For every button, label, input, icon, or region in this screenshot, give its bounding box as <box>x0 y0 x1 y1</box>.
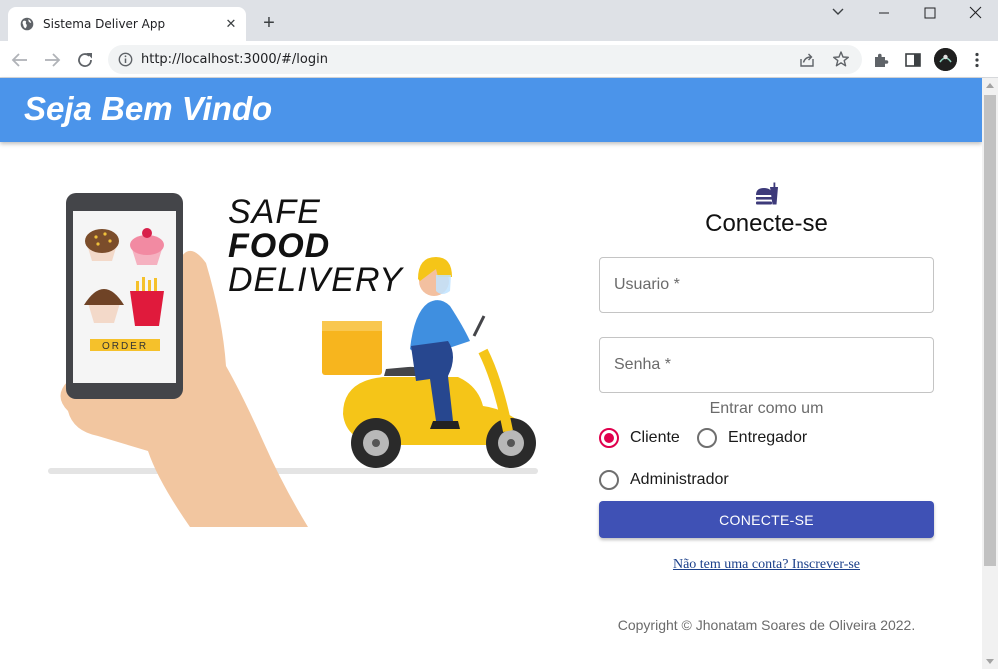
profile-avatar-icon <box>934 48 957 71</box>
radio-administrador[interactable] <box>599 470 619 490</box>
hero-line1: SAFE <box>228 193 321 231</box>
close-window-icon[interactable] <box>952 0 998 28</box>
minimize-icon[interactable] <box>861 0 907 28</box>
close-tab-icon[interactable]: ✕ <box>222 15 240 33</box>
back-arrow-icon[interactable] <box>8 48 32 72</box>
password-input[interactable] <box>600 338 933 392</box>
username-input[interactable] <box>600 258 933 312</box>
order-label: ORDER <box>102 341 148 352</box>
page-viewport: Seja Bem Vindo ORDER SAFE FOOD DELIVERY <box>0 78 998 669</box>
fastfood-icon <box>756 182 778 205</box>
tab-search-icon[interactable] <box>815 0 861 28</box>
login-title: Conecte-se <box>705 210 828 237</box>
food-delivery-illustration: ORDER SAFE FOOD DELIVERY <box>48 193 538 527</box>
forward-arrow-icon[interactable] <box>40 48 64 72</box>
radio-cliente-label[interactable]: Cliente <box>630 429 680 447</box>
signup-link[interactable]: Não tem uma conta? Inscrever-se <box>599 557 934 573</box>
maximize-icon[interactable] <box>907 0 953 28</box>
browser-chrome: Sistema Deliver App ✕ + http://localhost… <box>0 0 998 78</box>
radio-administrador-label[interactable]: Administrador <box>630 471 729 489</box>
chrome-menu-icon[interactable] <box>967 50 987 70</box>
browser-tab[interactable]: Sistema Deliver App ✕ <box>8 7 246 41</box>
radio-cliente[interactable] <box>599 428 619 448</box>
extensions-icon[interactable] <box>871 50 891 70</box>
address-bar[interactable]: http://localhost:3000/#/login <box>108 45 862 74</box>
app-header: Seja Bem Vindo <box>0 78 982 142</box>
share-icon[interactable] <box>798 51 816 69</box>
scrollbar-thumb[interactable] <box>984 95 996 566</box>
role-group-label: Entrar como um <box>709 400 824 417</box>
hero-line3: DELIVERY <box>228 261 404 299</box>
new-tab-button[interactable]: + <box>258 12 280 34</box>
scroll-down-arrow-icon[interactable] <box>986 659 994 664</box>
browser-toolbar: http://localhost:3000/#/login <box>0 41 998 78</box>
radio-entregador[interactable] <box>697 428 717 448</box>
side-panel-icon[interactable] <box>903 50 923 70</box>
info-icon[interactable] <box>118 52 133 67</box>
profile-avatar[interactable] <box>934 48 957 71</box>
hero-line2: FOOD <box>228 227 330 265</box>
username-field[interactable]: Usuario * <box>599 257 934 313</box>
password-field[interactable]: Senha * <box>599 337 934 393</box>
bookmark-star-icon[interactable] <box>832 50 850 68</box>
page-title: Seja Bem Vindo <box>24 90 273 127</box>
url-text: http://localhost:3000/#/login <box>141 52 328 67</box>
vertical-scrollbar[interactable] <box>982 78 998 669</box>
radio-entregador-label[interactable]: Entregador <box>728 429 807 447</box>
login-submit-button[interactable]: CONECTE-SE <box>599 501 934 538</box>
tab-title: Sistema Deliver App <box>43 17 166 31</box>
globe-icon <box>20 17 34 31</box>
copyright-text: Copyright © Jhonatam Soares de Oliveira … <box>617 617 916 633</box>
reload-icon[interactable] <box>73 48 97 72</box>
scroll-up-arrow-icon[interactable] <box>986 83 994 88</box>
